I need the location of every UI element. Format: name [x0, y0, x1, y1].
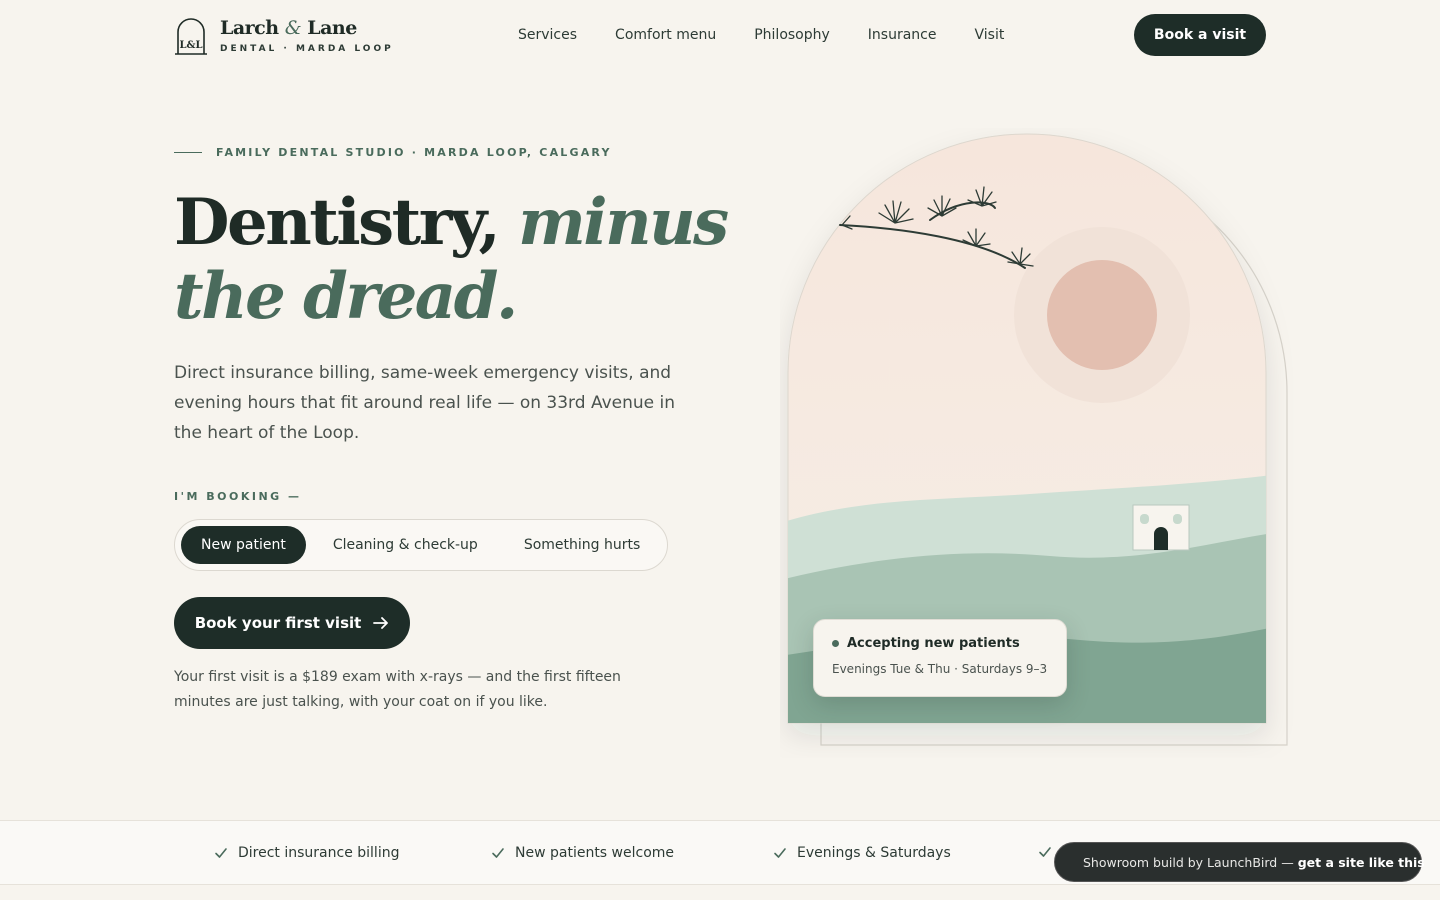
headline-emphasis-2: the dread. — [174, 259, 518, 334]
status-dot-icon — [832, 640, 839, 647]
house-icon — [1132, 504, 1190, 551]
status-card: Accepting new patients Evenings Tue & Th… — [813, 619, 1067, 697]
book-first-visit-button[interactable]: Book your first visit — [174, 597, 410, 649]
book-a-visit-button[interactable]: Book a visit — [1134, 14, 1266, 56]
brand-name: Larch & Lane — [220, 18, 394, 38]
nav-item-comfort-menu[interactable]: Comfort menu — [615, 27, 716, 43]
trust-item-hours: Evenings & Saturdays — [773, 845, 951, 861]
booking-option-cleaning[interactable]: Cleaning & check-up — [314, 526, 497, 564]
brand-name-part2: Lane — [307, 17, 357, 39]
hero-lede: Direct insurance billing, same-week emer… — [174, 363, 676, 443]
trust-item-new-patients: New patients welcome — [491, 845, 674, 861]
check-icon — [774, 848, 786, 858]
brand-name-part1: Larch — [220, 17, 279, 39]
check-icon — [215, 848, 227, 858]
nav-item-philosophy[interactable]: Philosophy — [754, 27, 830, 43]
toast-link-text: get a site like this — [1297, 854, 1425, 870]
brand-subtitle: DENTAL · MARDA LOOP — [220, 44, 394, 54]
sun — [1047, 260, 1157, 370]
arrow-right-icon — [373, 617, 389, 629]
headline-plain: Dentistry, — [174, 185, 501, 260]
booking-label: I'M BOOKING — — [174, 490, 302, 503]
booking-option-something-hurts[interactable]: Something hurts — [505, 526, 659, 564]
trust-item-label: Direct insurance billing — [238, 845, 400, 861]
first-visit-note: Your first visit is a $189 exam with x-r… — [174, 669, 621, 710]
nav-item-visit[interactable]: Visit — [974, 27, 1004, 43]
nav-item-insurance[interactable]: Insurance — [868, 27, 937, 43]
headline-emphasis-1: minus — [518, 185, 729, 260]
logo-text: Larch & Lane DENTAL · MARDA LOOP — [220, 18, 394, 54]
check-icon — [1039, 847, 1051, 857]
trust-item-insurance: Direct insurance billing — [214, 845, 399, 861]
booking-option-new-patient[interactable]: New patient — [181, 526, 306, 564]
hero-eyebrow: FAMILY DENTAL STUDIO · MARDA LOOP, CALGA… — [174, 146, 612, 159]
check-icon — [492, 848, 504, 858]
hero-headline: Dentistry, minus the dread. — [174, 186, 734, 334]
arch-monogram-icon: L&L — [175, 18, 207, 55]
status-hours: Evenings Tue & Thu · Saturdays 9–3 — [832, 662, 1048, 676]
toast-text: Showroom build by LaunchBird — — [1083, 854, 1294, 870]
nav-item-services[interactable]: Services — [518, 27, 577, 43]
trust-item-label: Evenings & Saturdays — [797, 845, 951, 861]
brand-ampersand: & — [284, 17, 302, 39]
eyebrow-text: FAMILY DENTAL STUDIO · MARDA LOOP, CALGA… — [216, 146, 612, 159]
status-title: Accepting new patients — [832, 636, 1048, 651]
trust-item-label: New patients welcome — [515, 845, 675, 861]
book-first-visit-label: Book your first visit — [194, 614, 362, 632]
eyebrow-rule — [174, 152, 202, 153]
logo-link[interactable]: L&L Larch & Lane DENTAL · MARDA LOOP — [174, 18, 394, 56]
logo-monogram: L&L — [179, 40, 202, 51]
site-header: L&L Larch & Lane DENTAL · MARDA LOOP Ser… — [0, 0, 1440, 72]
status-title-text: Accepting new patients — [847, 636, 1020, 651]
booking-type-selector: New patient Cleaning & check-up Somethin… — [174, 519, 668, 571]
main-nav: Services Comfort menu Philosophy Insuran… — [518, 27, 1042, 43]
showroom-toast-link[interactable]: Showroom build by LaunchBird — get a sit… — [1054, 842, 1425, 882]
